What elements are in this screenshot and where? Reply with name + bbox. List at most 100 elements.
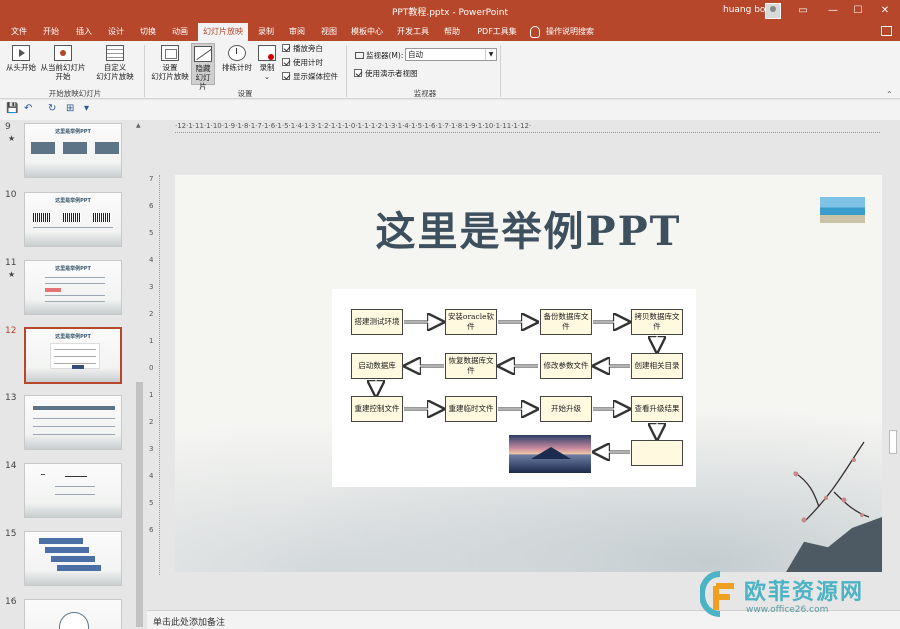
slide-number: 9 — [5, 122, 11, 132]
save-icon[interactable]: 💾 — [6, 103, 18, 115]
tab-help[interactable]: 帮助 — [439, 23, 465, 41]
current-slide[interactable]: 这里是举例PPT 搭建测试环境 安装oracle软件 备份数据库文件 拷贝数据库… — [175, 175, 882, 572]
slide-thumbnail-9[interactable]: 这里是举例PPT — [24, 123, 122, 178]
user-name[interactable]: huang bo — [723, 5, 765, 15]
tab-animations[interactable]: 动画 — [167, 23, 193, 41]
tab-file[interactable]: 文件 — [6, 23, 32, 41]
setup-slideshow-button[interactable]: 设置 幻灯片放映 — [150, 45, 190, 81]
tab-view[interactable]: 视图 — [316, 23, 342, 41]
minimize-button[interactable]: — — [825, 3, 841, 19]
group-label-setup: 设置 — [237, 89, 253, 98]
slide-thumbnail-10[interactable]: 这里是举例PPT — [24, 192, 122, 247]
flow-step[interactable]: 备份数据库文件 — [540, 309, 592, 335]
group-separator — [500, 45, 501, 97]
show-media-controls-checkbox[interactable]: 显示媒体控件 — [282, 72, 338, 82]
tab-home[interactable]: 开始 — [38, 23, 64, 41]
thumbnail-scrollbar[interactable]: ▲ — [135, 120, 144, 629]
vertical-ruler: 7 6 5 4 3 2 1 0 1 2 3 4 5 6 — [149, 175, 160, 575]
start-slideshow-icon[interactable]: ⊞ — [66, 103, 74, 115]
redo-icon[interactable]: ↻ — [48, 103, 56, 115]
chevron-down-icon: ⌄ — [263, 72, 271, 81]
checkbox-icon — [282, 72, 290, 80]
site-watermark: 欧菲资源网 www.office26.com — [700, 568, 900, 626]
ruler-tick: 5 — [149, 499, 154, 507]
hide-slide-button[interactable]: 隐藏 幻灯片 — [191, 43, 215, 91]
tab-insert[interactable]: 插入 — [71, 23, 97, 41]
tab-design[interactable]: 设计 — [103, 23, 129, 41]
checkbox-icon — [354, 69, 362, 77]
flow-step[interactable]: 拷贝数据库文件 — [631, 309, 683, 335]
tab-record[interactable]: 录制 — [253, 23, 279, 41]
flow-step-empty[interactable] — [631, 440, 683, 466]
flow-step[interactable]: 查看升级结果 — [631, 396, 683, 422]
collapse-ribbon-icon[interactable]: ⌃ — [886, 90, 893, 99]
scrollbar-thumb[interactable] — [136, 382, 143, 627]
tab-slideshow[interactable]: 幻灯片放映 — [198, 23, 248, 41]
avatar[interactable] — [765, 3, 781, 19]
slide-thumbnail-13[interactable] — [24, 395, 122, 450]
tab-review[interactable]: 审阅 — [284, 23, 310, 41]
current-slide-icon — [54, 45, 72, 61]
slide-thumbnail-16[interactable] — [24, 599, 122, 629]
slide-editing-area: ·12·1·11·1·10·1·9·1·8·1·7·1·6·1·5·1·4·1·… — [147, 120, 900, 610]
use-timings-checkbox[interactable]: 使用计时 — [282, 58, 323, 68]
horizontal-ruler: ·12·1·11·1·10·1·9·1·8·1·7·1·6·1·5·1·4·1·… — [175, 122, 880, 133]
thumb-title: 这里是举例PPT — [55, 198, 91, 204]
custom-label-2: 幻灯片放映 — [96, 72, 134, 81]
flow-step[interactable]: 重建临时文件 — [445, 396, 497, 422]
comments-icon[interactable] — [881, 26, 892, 36]
stopwatch-icon — [228, 45, 246, 61]
editor-scrollbar[interactable] — [887, 120, 899, 610]
custom-slideshow-button[interactable]: 自定义 幻灯片放映 — [92, 45, 138, 81]
slide-thumbnail-11[interactable]: 这里是举例PPT — [24, 260, 122, 315]
scrollbar-thumb[interactable] — [889, 430, 897, 454]
close-button[interactable]: ✕ — [877, 3, 893, 19]
rehearse-timings-button[interactable]: 排练计时 — [220, 45, 254, 72]
ribbon: 从头开始 从当前幻灯片 开始 自定义 幻灯片放映 开始放映幻灯片 设置 幻灯片放… — [0, 41, 900, 99]
flow-step[interactable]: 开始升级 — [540, 396, 592, 422]
thumb-title: 这里是举例PPT — [55, 129, 91, 135]
checkbox-icon — [282, 58, 290, 66]
use-timings-label: 使用计时 — [293, 58, 323, 67]
beach-photo[interactable] — [820, 197, 865, 223]
tab-developer[interactable]: 开发工具 — [393, 23, 433, 41]
slide-number: 10 — [5, 190, 17, 200]
slide-number: 12 — [5, 326, 17, 336]
custom-show-icon — [106, 45, 124, 61]
flow-step[interactable]: 创建相关目录 — [631, 353, 683, 379]
flow-step[interactable]: 恢复数据库文件 — [445, 353, 497, 379]
from-beginning-button[interactable]: 从头开始 — [4, 45, 38, 72]
ruler-tick: 6 — [149, 526, 154, 534]
tab-pdf-tools[interactable]: PDF工具集 — [472, 23, 522, 41]
group-separator — [346, 45, 347, 97]
scroll-up-icon[interactable]: ▲ — [136, 122, 141, 129]
undo-icon[interactable]: ↶ — [24, 103, 32, 115]
ribbon-display-options-icon[interactable]: ▭ — [795, 3, 811, 19]
tab-transitions[interactable]: 切换 — [135, 23, 161, 41]
slide-title[interactable]: 这里是举例PPT — [175, 199, 882, 257]
ruler-tick: 1 — [149, 337, 154, 345]
presenter-view-checkbox[interactable]: 使用演示者视图 — [354, 69, 418, 79]
tab-template-center[interactable]: 模板中心 — [347, 23, 387, 41]
flow-step[interactable]: 重建控制文件 — [351, 396, 403, 422]
ruler-tick: 2 — [149, 418, 154, 426]
flow-step[interactable]: 启动数据库 — [351, 353, 403, 379]
ruler-tick: 2 — [149, 310, 154, 318]
mountain-lake-photo[interactable] — [509, 435, 591, 473]
notes-placeholder[interactable]: 单击此处添加备注 — [153, 615, 225, 628]
play-narration-checkbox[interactable]: 播放旁白 — [282, 44, 323, 54]
tell-me-search[interactable]: 操作说明搜索 — [544, 23, 596, 41]
flow-step[interactable]: 修改参数文件 — [540, 353, 592, 379]
flow-step[interactable]: 安装oracle软件 — [445, 309, 497, 335]
flow-step[interactable]: 搭建测试环境 — [351, 309, 403, 335]
slide-thumbnail-14[interactable] — [24, 463, 122, 518]
slide-thumbnail-12[interactable]: 这里是举例PPT — [24, 327, 122, 384]
slide-thumbnail-15[interactable] — [24, 531, 122, 586]
customize-qat-icon[interactable]: ▾ — [84, 103, 89, 115]
slide-thumbnail-pane: 9 ★ 这里是举例PPT 10 这里是举例PPT 11 ★ 这里是举例PPT 1… — [0, 120, 146, 629]
record-button[interactable]: 录制 ⌄ — [256, 45, 278, 81]
maximize-button[interactable]: ☐ — [850, 3, 866, 19]
from-current-button[interactable]: 从当前幻灯片 开始 — [40, 45, 86, 81]
flowchart[interactable]: 搭建测试环境 安装oracle软件 备份数据库文件 拷贝数据库文件 启动数据库 … — [332, 289, 696, 487]
monitor-select[interactable]: 自动 ▼ — [405, 48, 497, 61]
